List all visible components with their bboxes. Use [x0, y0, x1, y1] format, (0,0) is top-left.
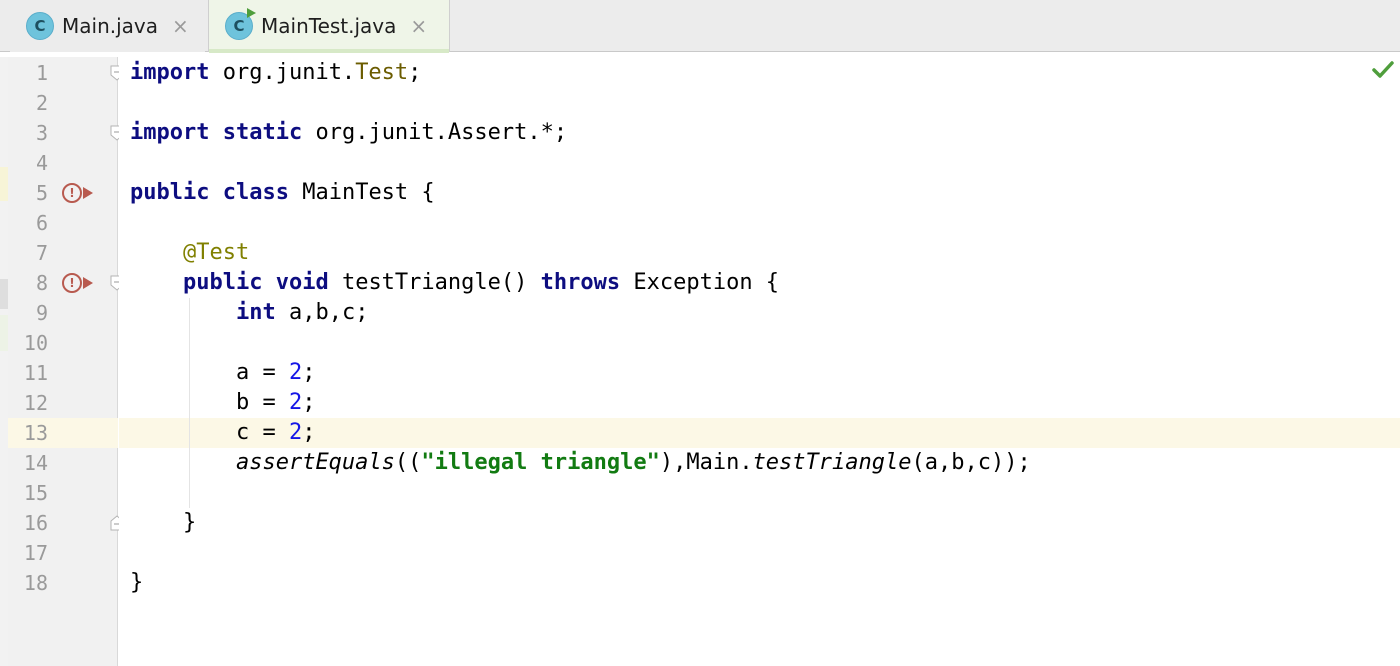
test-class-icon: C [225, 8, 256, 40]
edge-highlight [0, 167, 8, 201]
code-line-8: public void testTriangle() throws Except… [182, 270, 780, 295]
code-line-14: assertEquals(("illegal triangle"),Main.t… [235, 450, 1031, 475]
line-number: 16 [23, 511, 48, 535]
tab-label: Main.java [62, 14, 159, 38]
close-icon[interactable]: × [172, 14, 189, 38]
editor-tab-bar: C Main.java × C MainTest.java × [0, 0, 1400, 53]
code-line-5: public class MainTest { [130, 180, 435, 205]
edge-highlight [0, 315, 8, 351]
line-number: 1 [35, 61, 48, 85]
edge-highlight [0, 279, 8, 309]
line-number: 5 [35, 181, 48, 205]
editor-gutter[interactable]: 1 2 3 4 5 6 7 8 9 10 11 12 13 14 15 16 1… [8, 57, 168, 666]
line-number: 18 [23, 571, 48, 595]
tab-label: MainTest.java [261, 14, 397, 38]
line-number: 17 [23, 541, 48, 565]
code-line-9: int a,b,c; [235, 300, 369, 325]
code-line-13: c = 2; [235, 420, 316, 445]
code-line-7: @Test [182, 240, 250, 265]
code-line-11: a = 2; [235, 360, 316, 385]
code-line-18: } [130, 570, 144, 595]
line-number: 8 [35, 271, 48, 295]
line-number: 4 [35, 151, 48, 175]
code-line-1: import org.junit.Test; [130, 60, 422, 85]
line-number: 14 [23, 451, 48, 475]
run-test-icon[interactable]: ! [62, 271, 96, 295]
tab-maintest-java[interactable]: C MainTest.java × [208, 0, 450, 53]
code-line-12: b = 2; [235, 390, 316, 415]
line-number: 15 [23, 481, 48, 505]
line-number: 10 [23, 331, 48, 355]
close-icon[interactable]: × [410, 14, 427, 38]
line-number: 2 [35, 91, 48, 115]
code-editor[interactable]: import org.junit.Test; import static org… [119, 57, 1400, 666]
code-line-3: import static org.junit.Assert.*; [130, 120, 568, 145]
code-line-16: } [182, 510, 197, 535]
line-number: 12 [23, 391, 48, 415]
tab-main-java[interactable]: C Main.java × [10, 0, 205, 52]
line-number: 3 [35, 121, 48, 145]
line-number: 11 [23, 361, 48, 385]
line-number: 6 [35, 211, 48, 235]
line-number: 13 [23, 421, 48, 445]
run-test-icon[interactable]: ! [62, 181, 96, 205]
tool-window-edge [0, 57, 8, 666]
line-number: 7 [35, 241, 48, 265]
check-icon[interactable] [1372, 60, 1394, 80]
line-number: 9 [35, 301, 48, 325]
java-class-icon: C [26, 12, 54, 40]
